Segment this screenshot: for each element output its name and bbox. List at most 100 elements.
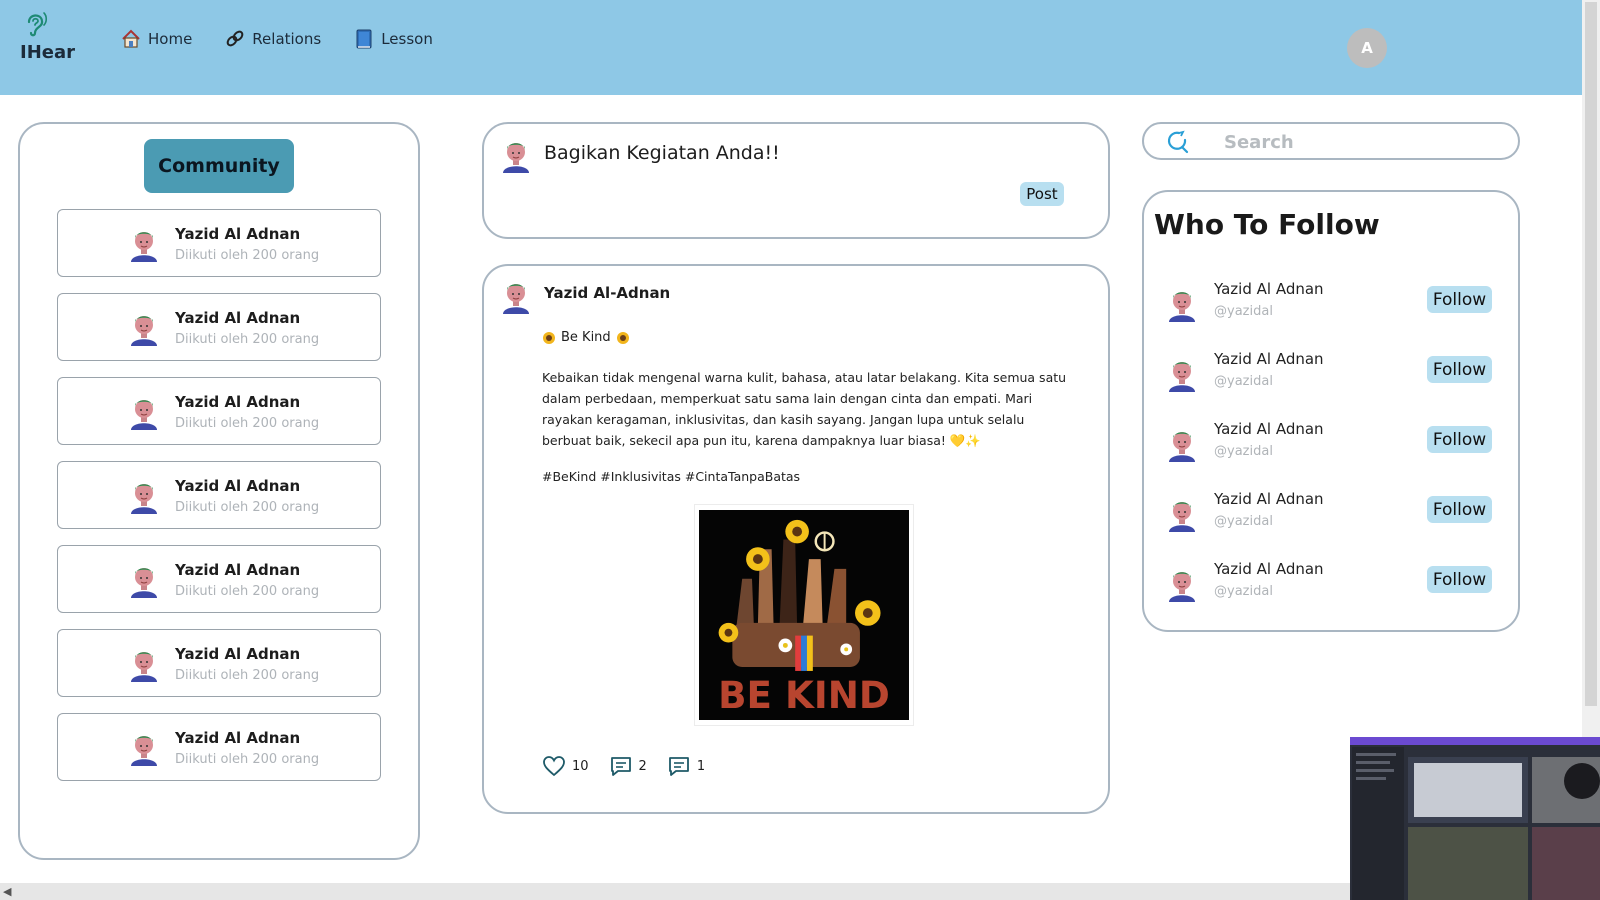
user-avatar-icon bbox=[1168, 571, 1196, 602]
follow-suggestion: Yazid Al Adnan @yazidal Follow bbox=[1144, 558, 1522, 618]
user-avatar-icon bbox=[130, 735, 158, 766]
community-card-followers: Diikuti oleh 200 orang bbox=[175, 500, 320, 515]
post-image[interactable]: BE KIND bbox=[694, 504, 914, 726]
user-avatar-icon bbox=[130, 651, 158, 682]
post-actions: 10 2 1 bbox=[542, 754, 705, 778]
user-avatar-icon bbox=[1168, 431, 1196, 462]
user-avatar-icon bbox=[130, 567, 158, 598]
community-card-followers: Diikuti oleh 200 orang bbox=[175, 416, 320, 431]
who-to-follow-title: Who To Follow bbox=[1154, 208, 1380, 241]
follow-suggestion: Yazid Al Adnan @yazidal Follow bbox=[1144, 488, 1522, 548]
community-card[interactable]: Yazid Al Adnan Diikuti oleh 200 orang bbox=[57, 377, 381, 445]
comment-icon bbox=[610, 757, 631, 776]
post-button[interactable]: Post bbox=[1020, 182, 1064, 206]
follow-user-handle: @yazidal bbox=[1214, 304, 1273, 319]
comment-count: 2 bbox=[638, 758, 647, 774]
post-hashtags[interactable]: #BeKind #Inklusivitas #CintaTanpaBatas bbox=[542, 469, 800, 484]
vertical-scrollbar-thumb[interactable] bbox=[1585, 2, 1597, 706]
follow-user-handle: @yazidal bbox=[1214, 514, 1273, 529]
comment-button[interactable]: 2 bbox=[609, 754, 647, 778]
user-avatar-icon bbox=[130, 315, 158, 346]
composer-prompt[interactable]: Bagikan Kegiatan Anda!! bbox=[544, 142, 780, 164]
brand[interactable]: IHear bbox=[20, 8, 80, 63]
reply-button[interactable]: 1 bbox=[667, 754, 705, 778]
community-card[interactable]: Yazid Al Adnan Diikuti oleh 200 orang bbox=[57, 629, 381, 697]
link-icon bbox=[226, 30, 244, 47]
community-card-followers: Diikuti oleh 200 orang bbox=[175, 332, 320, 347]
follow-suggestion: Yazid Al Adnan @yazidal Follow bbox=[1144, 348, 1522, 408]
community-card-name: Yazid Al Adnan bbox=[175, 477, 301, 495]
nav-home[interactable]: Home bbox=[120, 28, 192, 50]
user-avatar-icon bbox=[502, 142, 530, 173]
follow-user-handle: @yazidal bbox=[1214, 584, 1273, 599]
heart-icon bbox=[543, 756, 565, 777]
community-card-followers: Diikuti oleh 200 orang bbox=[175, 752, 320, 767]
follow-button[interactable]: Follow bbox=[1427, 356, 1492, 383]
follow-button[interactable]: Follow bbox=[1427, 566, 1492, 593]
search-input[interactable] bbox=[1224, 130, 1504, 154]
follow-user-name[interactable]: Yazid Al Adnan bbox=[1214, 560, 1324, 578]
like-count: 10 bbox=[572, 758, 589, 774]
like-button[interactable]: 10 bbox=[542, 754, 589, 778]
community-card[interactable]: Yazid Al Adnan Diikuti oleh 200 orang bbox=[57, 545, 381, 613]
community-card[interactable]: Yazid Al Adnan Diikuti oleh 200 orang bbox=[57, 293, 381, 361]
community-card-name: Yazid Al Adnan bbox=[175, 309, 301, 327]
follow-user-name[interactable]: Yazid Al Adnan bbox=[1214, 350, 1324, 368]
artwork-caption: BE KIND bbox=[718, 673, 890, 717]
community-card-followers: Diikuti oleh 200 orang bbox=[175, 668, 320, 683]
user-avatar-icon bbox=[1168, 291, 1196, 322]
user-avatar-icon bbox=[502, 283, 530, 314]
follow-user-name[interactable]: Yazid Al Adnan bbox=[1214, 280, 1324, 298]
search-bar[interactable] bbox=[1142, 122, 1520, 160]
user-avatar-icon bbox=[130, 483, 158, 514]
nav-relations[interactable]: Relations bbox=[224, 28, 321, 50]
community-card[interactable]: Yazid Al Adnan Diikuti oleh 200 orang bbox=[57, 461, 381, 529]
nav-lesson[interactable]: Lesson bbox=[353, 28, 433, 50]
sunflower-icon bbox=[616, 331, 629, 344]
community-card-name: Yazid Al Adnan bbox=[175, 729, 301, 747]
reply-count: 1 bbox=[696, 758, 706, 774]
post-title-text: Be Kind bbox=[561, 330, 611, 345]
follow-button[interactable]: Follow bbox=[1427, 286, 1492, 313]
nav-lesson-label: Lesson bbox=[381, 30, 433, 48]
follow-button[interactable]: Follow bbox=[1427, 496, 1492, 523]
video-call-thumbnail bbox=[1350, 737, 1600, 900]
post-composer[interactable]: Bagikan Kegiatan Anda!! Post bbox=[482, 122, 1110, 239]
book-icon bbox=[356, 29, 372, 49]
post-body: Kebaikan tidak mengenal warna kulit, bah… bbox=[542, 370, 1067, 448]
who-to-follow-panel: Who To Follow Yazid Al Adnan @yazidal Fo… bbox=[1142, 190, 1520, 632]
user-avatar-icon bbox=[1168, 501, 1196, 532]
post-title: Be Kind bbox=[542, 330, 630, 345]
scroll-left-arrow-icon[interactable]: ◀ bbox=[3, 885, 11, 898]
follow-button[interactable]: Follow bbox=[1427, 426, 1492, 453]
community-card-name: Yazid Al Adnan bbox=[175, 393, 301, 411]
user-avatar-icon bbox=[130, 231, 158, 262]
community-card[interactable]: Yazid Al Adnan Diikuti oleh 200 orang bbox=[57, 713, 381, 781]
community-button[interactable]: Community bbox=[144, 139, 294, 193]
follow-user-name[interactable]: Yazid Al Adnan bbox=[1214, 420, 1324, 438]
home-icon bbox=[122, 29, 140, 48]
community-card-followers: Diikuti oleh 200 orang bbox=[175, 584, 320, 599]
sunflower-icon bbox=[543, 331, 555, 344]
community-card-name: Yazid Al Adnan bbox=[175, 645, 301, 663]
community-card-followers: Diikuti oleh 200 orang bbox=[175, 248, 320, 263]
follow-suggestion: Yazid Al Adnan @yazidal Follow bbox=[1144, 418, 1522, 478]
user-avatar-icon bbox=[130, 399, 158, 430]
community-card-name: Yazid Al Adnan bbox=[175, 561, 301, 579]
brand-name: IHear bbox=[20, 42, 75, 63]
community-card[interactable]: Yazid Al Adnan Diikuti oleh 200 orang bbox=[57, 209, 381, 277]
horizontal-scrollbar[interactable] bbox=[0, 883, 1350, 900]
post-author[interactable]: Yazid Al-Adnan bbox=[544, 284, 670, 302]
be-kind-artwork: BE KIND bbox=[699, 510, 909, 720]
follow-suggestion: Yazid Al Adnan @yazidal Follow bbox=[1144, 278, 1522, 338]
feed-post: Yazid Al-Adnan Be Kind Kebaikan tidak me… bbox=[482, 264, 1110, 814]
user-avatar-button[interactable]: A bbox=[1347, 28, 1387, 68]
follow-user-name[interactable]: Yazid Al Adnan bbox=[1214, 490, 1324, 508]
community-card-name: Yazid Al Adnan bbox=[175, 225, 301, 243]
video-call-overlay[interactable] bbox=[1350, 737, 1600, 900]
follow-user-handle: @yazidal bbox=[1214, 444, 1273, 459]
search-icon bbox=[1168, 130, 1189, 154]
reply-icon bbox=[668, 757, 689, 776]
ear-logo-icon bbox=[27, 12, 48, 37]
main-nav: Home Relations Lesson bbox=[120, 28, 433, 50]
